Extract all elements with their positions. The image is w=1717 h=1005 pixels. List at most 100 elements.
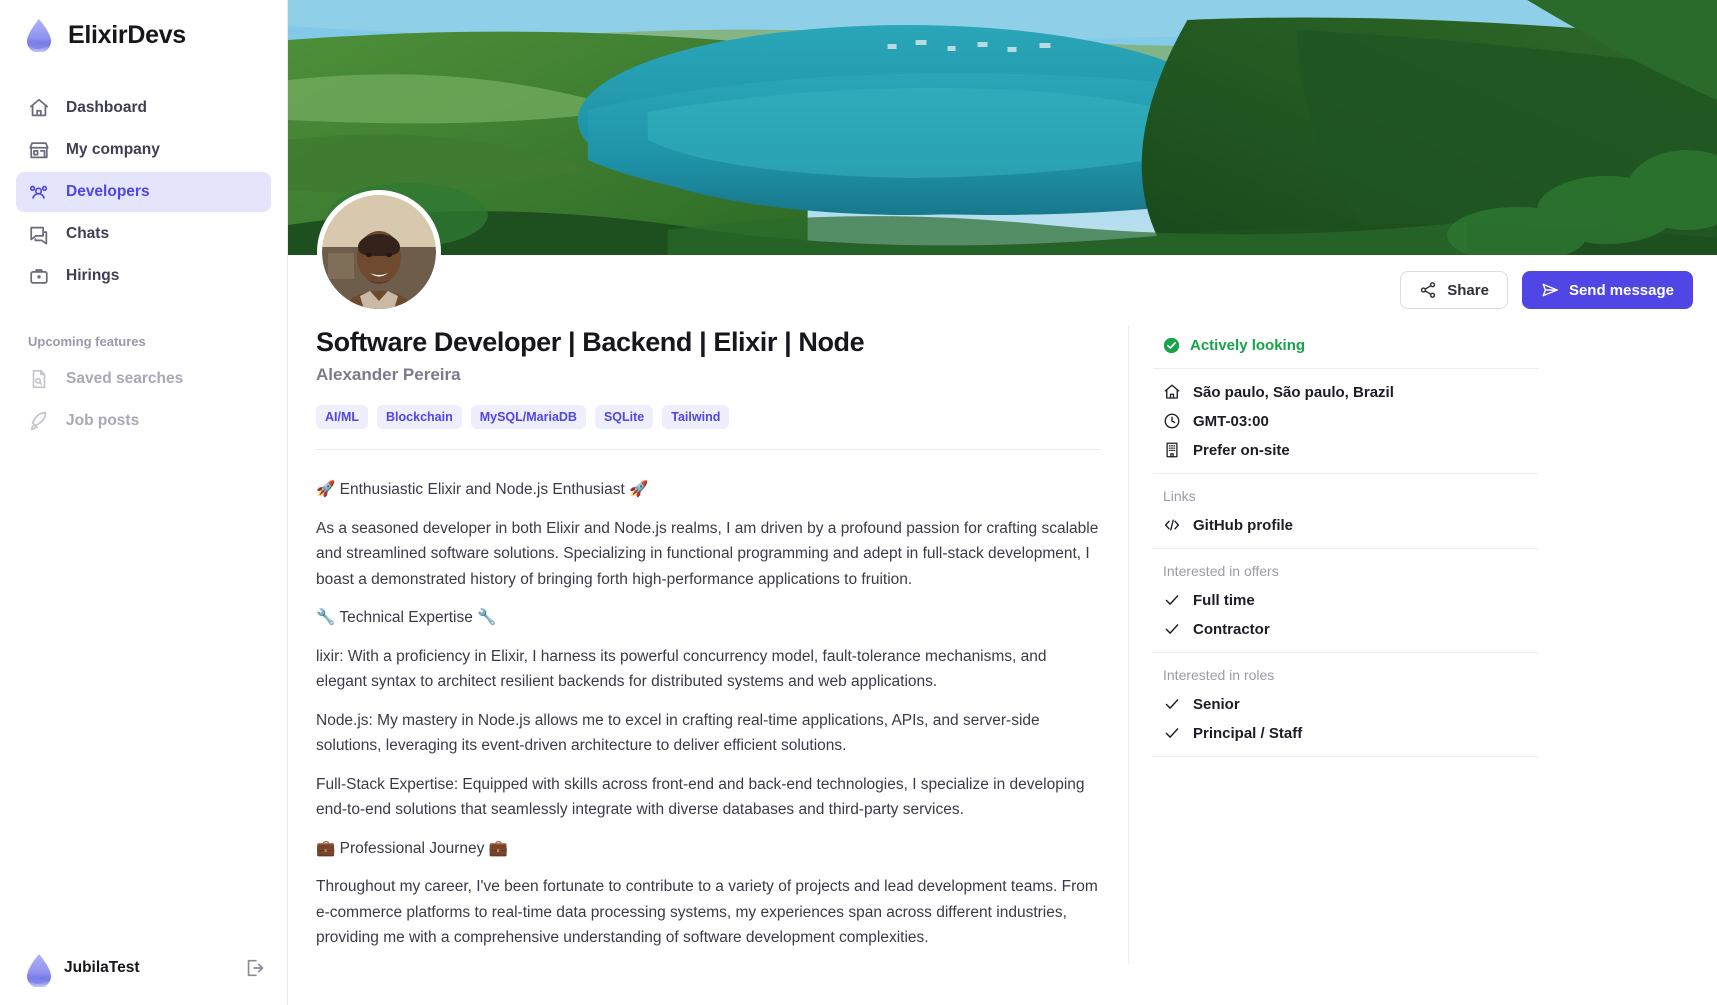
user-name: JubilaTest [64,959,140,976]
check-icon [1163,620,1181,638]
sidebar-item-my-company[interactable]: My company [16,130,271,170]
offer-item: Full time [1163,591,1538,609]
profile-bio: 🚀 Enthusiastic Elixir and Node.js Enthus… [316,450,1100,951]
sidebar-section-label: Upcoming features [28,334,146,349]
skill-tags: AI/ML Blockchain MySQL/MariaDB SQLite Ta… [316,405,1100,429]
role-item: Senior [1163,695,1538,713]
sidebar-footer: JubilaTest [0,953,288,1005]
skill-tag[interactable]: SQLite [594,405,654,429]
role-label: Senior [1193,695,1240,713]
water-drop-icon [24,18,54,52]
timezone-text: GMT-03:00 [1193,412,1269,430]
status-badge: Actively looking [1153,325,1538,368]
sidebar-item-hirings[interactable]: Hirings [16,256,271,296]
sidebar-item-label: Job posts [66,412,140,429]
brand-name: ElixirDevs [68,20,186,49]
sidebar-item-label: Developers [66,183,150,200]
skill-tag[interactable]: Tailwind [662,405,730,429]
skill-tag[interactable]: AI/ML [316,405,369,429]
home-icon [1163,383,1181,401]
profile-banner-image [288,0,1717,255]
store-icon [28,139,50,161]
main-content: Share Send message Software Developer | … [288,0,1717,1005]
offer-label: Contractor [1193,620,1270,638]
clock-icon [1163,412,1181,430]
skill-tag[interactable]: Blockchain [377,405,462,429]
sidebar-item-dashboard[interactable]: Dashboard [16,88,271,128]
briefcase-icon [28,265,50,287]
sidebar-item-label: Dashboard [66,99,147,116]
role-label: Principal / Staff [1193,724,1303,742]
skill-tag[interactable]: MySQL/MariaDB [470,405,586,429]
code-brackets-icon [1163,516,1181,534]
sidebar-item-developers[interactable]: Developers [16,172,271,212]
role-item: Principal / Staff [1163,724,1538,742]
bio-paragraph: Node.js: My mastery in Node.js allows me… [316,711,1040,755]
link-label: GitHub profile [1193,516,1293,534]
person-name: Alexander Pereira [316,365,461,384]
bio-paragraph: Throughout my career, I've been fortunat… [316,878,1098,946]
check-icon [1163,591,1181,609]
avatar [317,190,441,314]
rocket-icon [28,410,50,432]
profile-info-list: São paulo, São paulo, Brazil GMT-03:00 P… [1153,369,1538,473]
offers-title: Interested in offers [1163,563,1279,579]
share-button[interactable]: Share [1400,271,1508,309]
bio-paragraph: 💼 Professional Journey 💼 [316,839,508,857]
bio-paragraph: 🔧 Technical Expertise 🔧 [316,609,497,626]
send-message-button-label: Send message [1568,281,1674,299]
profile-content: Software Developer | Backend | Elixir | … [288,325,1717,964]
document-search-icon [28,368,50,390]
bio-paragraph: As a seasoned developer in both Elixir a… [316,519,1099,588]
sidebar-item-chats[interactable]: Chats [16,214,271,254]
offer-item: Contractor [1163,620,1538,638]
profile-right-column: Actively looking São paulo, São paulo, B… [1128,325,1538,964]
sidebar-nav: Dashboard My company Developers Chats Hi… [0,88,287,296]
avatar-image [322,195,436,309]
sidebar-item-saved-searches[interactable]: Saved searches [16,359,271,399]
links-section: Links GitHub profile [1153,474,1538,548]
users-group-icon [28,181,50,203]
chat-bubble-icon [28,223,50,245]
info-row-work-preference: Prefer on-site [1163,441,1538,459]
home-icon [28,97,50,119]
bio-paragraph: Full-Stack Expertise: Equipped with skil… [316,775,1085,819]
divider [1153,756,1538,757]
sidebar-item-label: Chats [66,225,110,242]
check-icon [1163,724,1181,742]
roles-section: Interested in roles Senior Principal / S… [1153,653,1538,756]
bio-paragraph: 🚀 Enthusiastic Elixir and Node.js Enthus… [316,481,649,498]
sidebar-item-job-posts[interactable]: Job posts [16,401,271,441]
sidebar-item-label: Hirings [66,267,120,284]
sidebar-item-label: My company [66,141,160,158]
roles-title: Interested in roles [1163,667,1275,683]
offer-label: Full time [1193,591,1255,609]
share-button-label: Share [1447,281,1489,299]
building-icon [1163,441,1181,459]
send-message-button[interactable]: Send message [1521,271,1693,309]
share-icon [1419,281,1437,299]
profile-actions: Share Send message [288,255,1717,325]
check-icon [1163,695,1181,713]
status-text: Actively looking [1190,337,1306,354]
user-profile-button[interactable]: JubilaTest [24,953,140,987]
paper-plane-icon [1541,281,1559,299]
profile-left-column: Software Developer | Backend | Elixir | … [316,325,1128,964]
location-text: São paulo, São paulo, Brazil [1193,383,1394,401]
info-row-timezone: GMT-03:00 [1163,412,1538,430]
brand[interactable]: ElixirDevs [0,0,287,52]
info-row-location: São paulo, São paulo, Brazil [1163,383,1538,401]
link-github-profile[interactable]: GitHub profile [1163,516,1538,534]
work-preference-text: Prefer on-site [1193,441,1290,459]
bio-paragraph: lixir: With a proficiency in Elixir, I h… [316,647,1047,691]
check-circle-icon [1163,337,1180,354]
sidebar-upcoming-nav: Saved searches Job posts [0,359,287,441]
sidebar-item-label: Saved searches [66,370,184,387]
water-drop-icon [24,953,51,987]
sidebar: ElixirDevs Dashboard My company Develope… [0,0,288,1005]
app-root: ElixirDevs Dashboard My company Develope… [0,0,1717,1005]
logout-icon[interactable] [244,957,266,979]
offers-section: Interested in offers Full time Contracto… [1153,549,1538,652]
links-title: Links [1163,488,1196,504]
page-title: Software Developer | Backend | Elixir | … [316,327,865,357]
